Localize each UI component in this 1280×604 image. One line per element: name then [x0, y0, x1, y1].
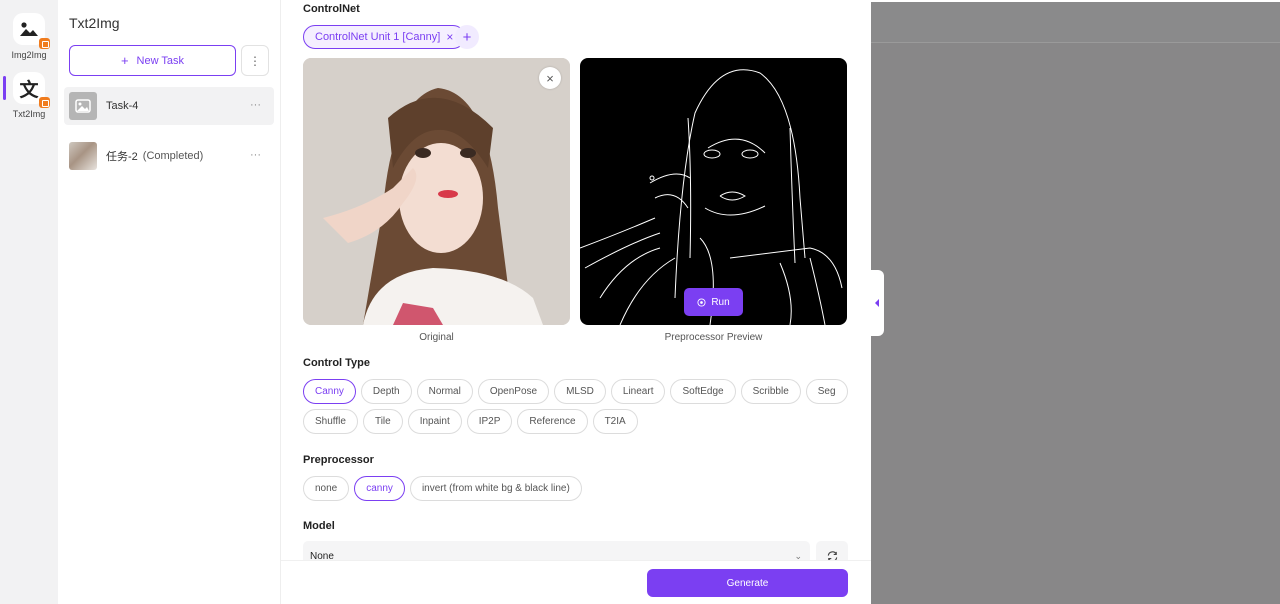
translate-text-icon: 文	[19, 78, 39, 101]
control-type-chip[interactable]: Tile	[362, 409, 403, 434]
preprocessor-preview-image: Run	[580, 58, 847, 325]
rail-label-img2img: Img2Img	[11, 50, 47, 60]
run-preprocessor-button[interactable]: Run	[684, 288, 743, 316]
control-type-chip[interactable]: IP2P	[466, 409, 513, 434]
control-type-chip[interactable]: Inpaint	[407, 409, 462, 434]
task-panel-more-button[interactable]: ⋮	[241, 45, 269, 76]
txt2img-badge-icon	[39, 97, 50, 108]
new-task-button[interactable]: + New Task	[69, 45, 236, 76]
collapse-panel-button[interactable]	[870, 270, 884, 336]
preprocessor-chip[interactable]: none	[303, 476, 350, 501]
rail-item-txt2img[interactable]: 文 Txt2Img	[0, 72, 58, 119]
vertical-dots-icon: ⋮	[249, 53, 261, 68]
remove-image-button[interactable]: ×	[539, 67, 561, 89]
control-type-heading: Control Type	[303, 357, 371, 369]
task-row[interactable]: 任务-2 (Completed) ···	[64, 137, 274, 175]
new-task-label: New Task	[136, 54, 185, 67]
close-icon[interactable]: ×	[446, 30, 453, 44]
task-name: 任务-2	[106, 151, 138, 163]
preprocessor-chip[interactable]: invert (from white bg & black line)	[409, 476, 582, 501]
task-panel: Txt2Img + New Task ⋮ Task-4 ··· 任务-2 (Co…	[58, 0, 281, 604]
preprocessor-chips: none canny invert (from white bg & black…	[303, 476, 849, 501]
control-type-chip[interactable]: Seg	[805, 379, 848, 404]
target-icon	[697, 297, 706, 307]
modal-overlay[interactable]	[871, 0, 1280, 604]
image-placeholder-icon	[75, 99, 91, 113]
txt2img-tile[interactable]: 文	[13, 72, 50, 108]
task-thumbnail-placeholder	[69, 92, 97, 120]
generate-label: Generate	[726, 577, 769, 589]
controlnet-unit-tab[interactable]: ControlNet Unit 1 [Canny] ×	[303, 25, 466, 49]
task-thumbnail-image	[69, 142, 97, 170]
action-footer: Generate	[281, 560, 871, 604]
controlnet-unit-label: ControlNet Unit 1 [Canny]	[315, 31, 441, 43]
img2img-badge-icon	[39, 38, 50, 49]
control-type-chip[interactable]: MLSD	[554, 379, 606, 404]
model-heading: Model	[303, 520, 335, 532]
control-type-chip[interactable]: Lineart	[610, 379, 666, 404]
control-type-chip[interactable]: Shuffle	[303, 409, 358, 434]
control-type-chip[interactable]: SoftEdge	[670, 379, 736, 404]
portrait-photo	[303, 58, 570, 325]
control-type-chip[interactable]: Canny	[303, 379, 356, 404]
control-type-chip[interactable]: Scribble	[740, 379, 801, 404]
rail-label-txt2img: Txt2Img	[12, 109, 46, 119]
task-more-icon[interactable]: ···	[250, 99, 261, 111]
rail-item-img2img[interactable]: Img2Img	[0, 13, 58, 60]
task-name: Task-4	[106, 100, 139, 112]
control-type-chip[interactable]: Normal	[416, 379, 473, 404]
original-image: ×	[303, 58, 570, 325]
preview-caption: Preprocessor Preview	[664, 332, 763, 343]
panel-title: Txt2Img	[69, 15, 120, 31]
caret-left-icon	[875, 299, 879, 307]
plus-icon: +	[120, 53, 129, 68]
control-type-chip[interactable]: Reference	[517, 409, 588, 434]
task-more-icon[interactable]: ···	[250, 149, 261, 161]
task-status: (Completed)	[142, 150, 204, 162]
overlay-header-strip	[871, 0, 1280, 43]
run-label: Run	[711, 296, 730, 308]
main-panel: ControlNet ControlNet Unit 1 [Canny] × +…	[281, 0, 871, 604]
original-caption: Original	[419, 332, 454, 343]
control-type-chip[interactable]: OpenPose	[477, 379, 550, 404]
preprocessor-heading: Preprocessor	[303, 454, 374, 466]
preprocessor-chip[interactable]: canny	[354, 476, 405, 501]
control-type-chips: Canny Depth Normal OpenPose MLSD Lineart…	[303, 379, 849, 434]
control-type-chip[interactable]: T2IA	[592, 409, 638, 434]
add-unit-button[interactable]: +	[455, 25, 479, 49]
controlnet-heading: ControlNet	[303, 3, 360, 15]
app-rail: Img2Img 文 Txt2Img	[0, 0, 58, 604]
close-icon: ×	[546, 70, 554, 86]
plus-icon: +	[462, 28, 472, 46]
canny-edges-drawing	[580, 69, 843, 325]
control-type-chip[interactable]: Depth	[360, 379, 412, 404]
img2img-tile[interactable]	[13, 13, 50, 49]
image-person-icon	[20, 22, 38, 36]
generate-button[interactable]: Generate	[647, 569, 848, 597]
task-row[interactable]: Task-4 ···	[64, 87, 274, 125]
